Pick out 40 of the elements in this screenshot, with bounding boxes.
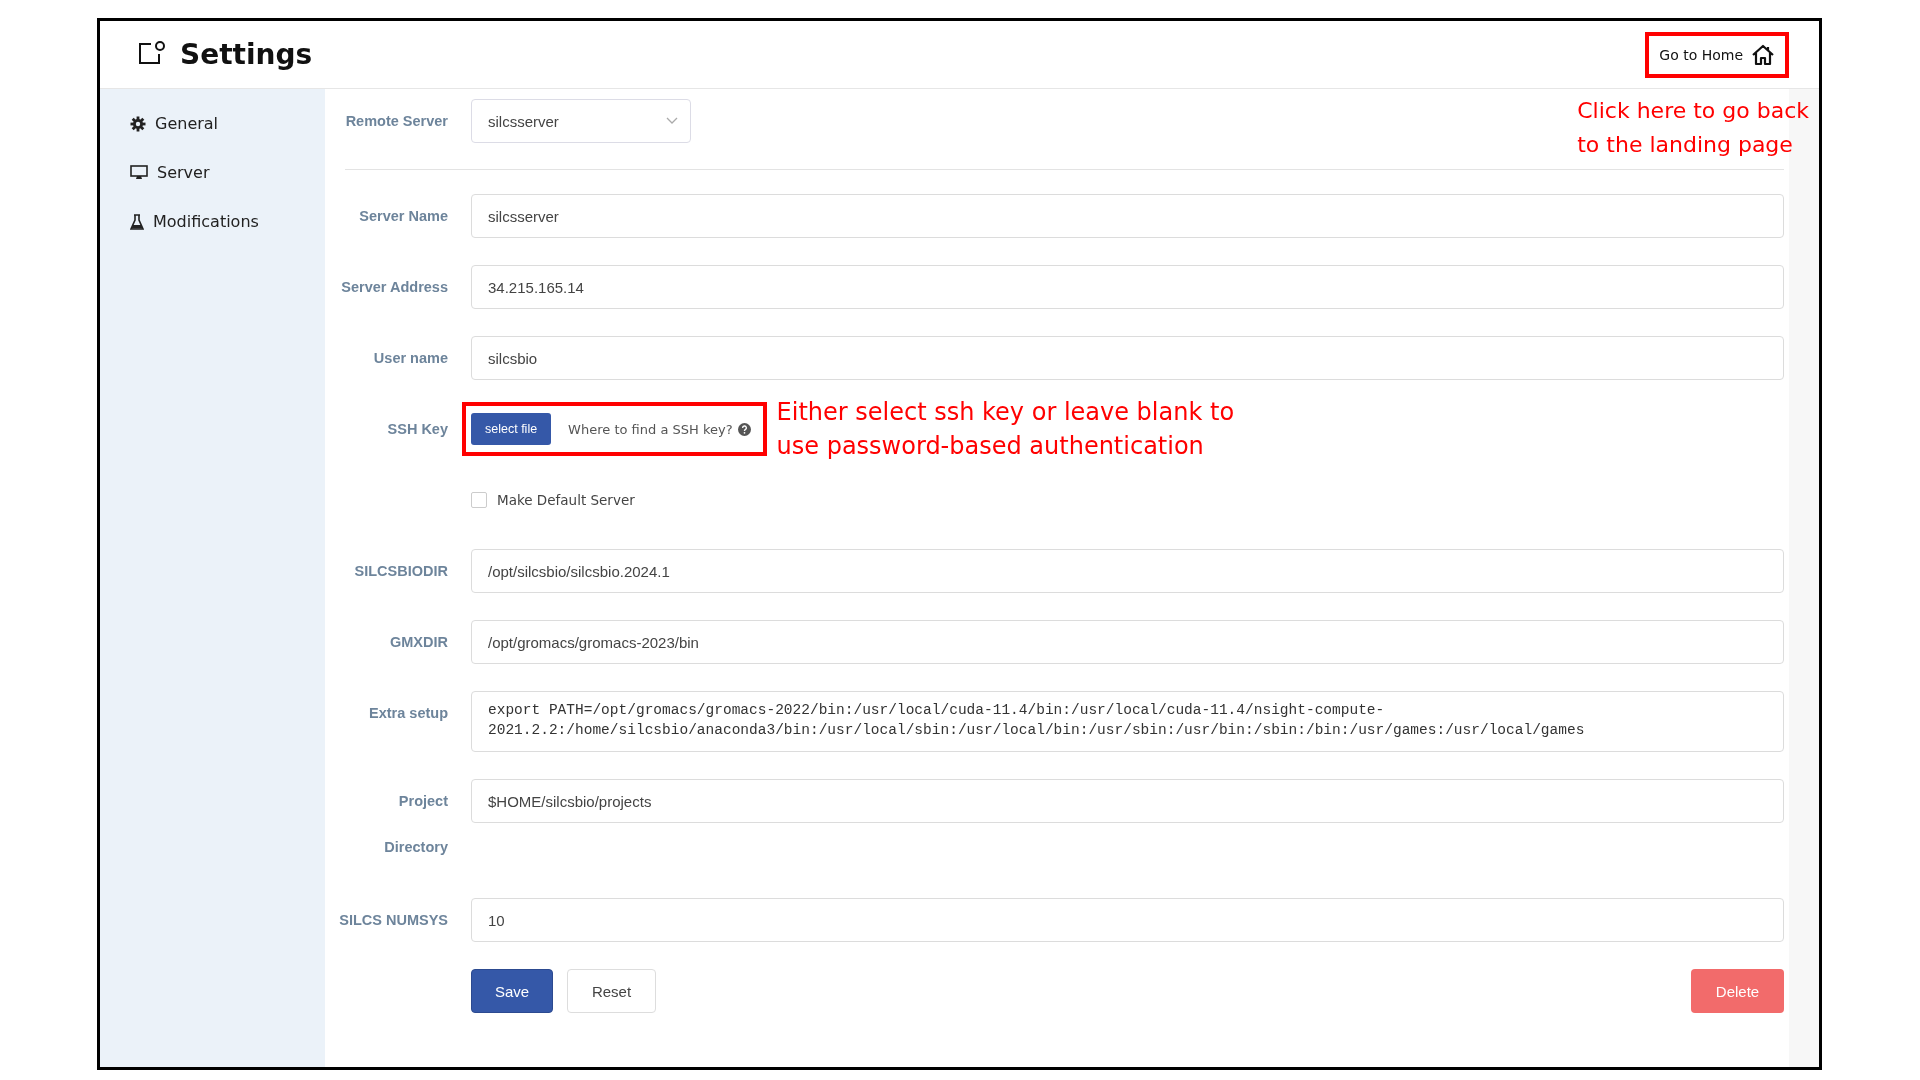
- field-label: SILCSBIODIR: [353, 562, 448, 581]
- chevron-down-icon: [666, 117, 678, 125]
- text-field[interactable]: 10: [471, 898, 1784, 942]
- text-field[interactable]: silcsserver: [471, 194, 1784, 238]
- field-label: Remote Server: [344, 112, 448, 131]
- sidebar-item[interactable]: Server: [100, 148, 325, 197]
- text-field[interactable]: silcsbio: [471, 336, 1784, 380]
- house-icon: [1751, 43, 1775, 66]
- text-field[interactable]: /opt/gromacs/gromacs-2023/bin: [471, 620, 1784, 664]
- checkbox[interactable]: [471, 492, 487, 508]
- field-label: Server Address: [340, 278, 448, 297]
- sidebar-item[interactable]: Modifications: [100, 197, 325, 246]
- help-icon: [737, 422, 751, 436]
- page-title: Settings: [180, 38, 313, 71]
- monitor-icon: [130, 164, 148, 181]
- text-field[interactable]: 34.215.165.14: [471, 265, 1784, 309]
- select-file-button[interactable]: select file: [471, 413, 552, 445]
- field-label: Project: [397, 792, 448, 811]
- field-label: Server Name: [358, 207, 448, 226]
- extra-setup-textarea[interactable]: export PATH=/opt/gromacs/gromacs-2022/bin:/usr/local/cuda-11.4/bin:/usr/local/cuda-11.4/nsight-compute-2021.2.2:/home/silcsbio/anaconda3/bin:/usr/local/sbin:/usr/local/bin:/usr/sbin:/usr/bin:/sbin:/bin:/usr/games:/usr/local/games: [471, 691, 1784, 752]
- field-label: Directory: [383, 838, 448, 857]
- save-button[interactable]: Save: [471, 969, 553, 1013]
- field-label: User name: [372, 349, 448, 368]
- help-link[interactable]: Where to find a SSH key?: [568, 421, 733, 437]
- go-to-home-button[interactable]: Go to Home: [1649, 35, 1785, 74]
- settings-logo-icon: [138, 40, 166, 65]
- checkbox-label: Make Default Server: [497, 492, 635, 508]
- flask-icon: [130, 213, 144, 230]
- field-label: SSH Key: [386, 420, 448, 439]
- annotation-text: Either select ssh key or leave blank to use password-based authentication: [776, 397, 1235, 462]
- gear-icon: [130, 115, 146, 132]
- field-label: SILCS NUMSYS: [338, 911, 448, 930]
- field-label: Extra setup: [368, 704, 448, 723]
- annotation-text: Click here to go back to the landing page: [1577, 97, 1809, 159]
- field-label: GMXDIR: [389, 633, 448, 652]
- reset-button[interactable]: Reset: [567, 969, 656, 1013]
- text-field[interactable]: $HOME/silcsbio/projects: [471, 779, 1784, 823]
- text-field[interactable]: /opt/silcsbio/silcsbio.2024.1: [471, 549, 1784, 593]
- sidebar-item[interactable]: General: [100, 99, 325, 148]
- remote-server-dropdown[interactable]: silcsserver: [471, 99, 691, 143]
